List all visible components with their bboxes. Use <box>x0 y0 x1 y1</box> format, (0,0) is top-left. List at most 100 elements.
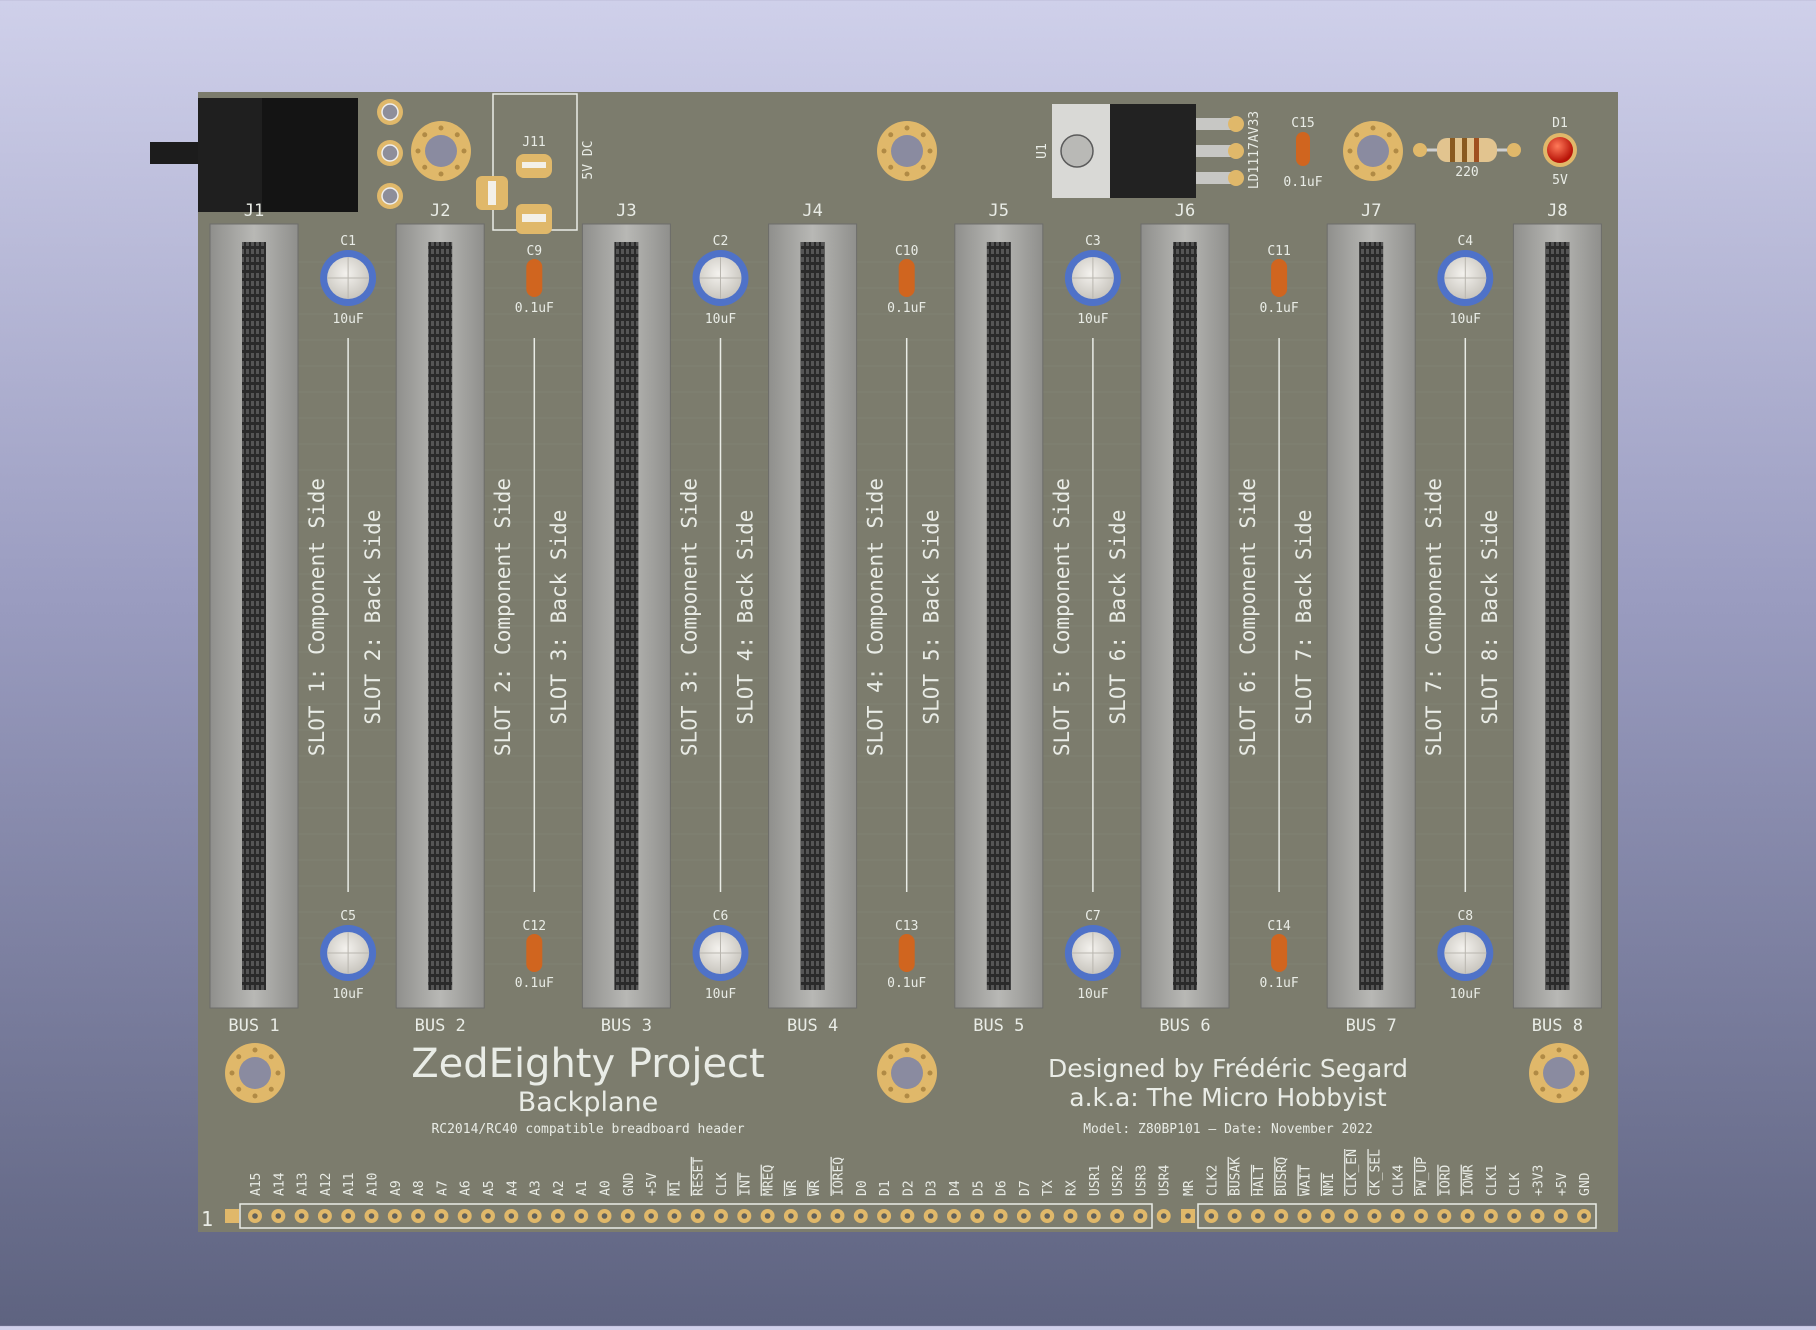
capacitor-ref: C5 <box>340 909 356 924</box>
header-pin-label: M1 <box>668 1180 683 1196</box>
header-pin-label: WAIT <box>1299 1165 1314 1196</box>
model-date: Model: Z80BP101 – Date: November 2022 <box>1083 1122 1373 1137</box>
header-pin-hole <box>1091 1213 1097 1219</box>
component-side-label: SLOT 7: Component Side <box>1422 478 1446 756</box>
via <box>252 1047 258 1053</box>
header-pin-label: MREQ <box>762 1165 777 1196</box>
header-pin-label: A2 <box>552 1180 567 1196</box>
header-pin-hole <box>601 1213 608 1219</box>
via <box>904 1093 910 1099</box>
header-pin-hole <box>974 1213 981 1219</box>
header-pin-label: D4 <box>948 1180 963 1196</box>
via <box>422 132 428 138</box>
header-pin-hole <box>1137 1213 1144 1219</box>
ceramic-capacitor <box>526 259 543 297</box>
backplane-pcb: J11 5V DC U1 LD1117AV33 C15 0.1uF 220 D1… <box>150 92 1618 1232</box>
header-pin-label: A9 <box>389 1180 404 1196</box>
header-pin-label: A12 <box>319 1173 334 1196</box>
header-pin-label: D6 <box>995 1180 1010 1196</box>
slot-ref: J7 <box>1361 201 1381 221</box>
header-pin-label: GND <box>1578 1172 1593 1196</box>
header-pin-label: A3 <box>529 1180 544 1196</box>
via <box>454 132 460 138</box>
header-pin-label: CK_SEL <box>1368 1149 1383 1196</box>
back-side-label: SLOT 8: Back Side <box>1478 510 1502 725</box>
via <box>1386 164 1392 170</box>
header-pin-hole <box>648 1213 654 1219</box>
ceramic-capacitor <box>898 259 915 297</box>
jack-pad-hole <box>381 144 399 162</box>
component-side-label: SLOT 4: Component Side <box>864 478 888 756</box>
header-pin-label: IOREQ <box>832 1157 847 1196</box>
header-pin-hole <box>1160 1213 1167 1219</box>
capacitor-value: 10uF <box>1077 312 1108 327</box>
back-side-label: SLOT 2: Back Side <box>361 510 385 725</box>
via <box>1354 164 1360 170</box>
header-pin-hole <box>1114 1213 1120 1219</box>
header-pin-label: RESET <box>692 1157 707 1196</box>
back-side-label: SLOT 6: Back Side <box>1106 510 1130 725</box>
header-pin-hole <box>1231 1213 1238 1219</box>
header-pin-label: BUSAK <box>1229 1157 1244 1196</box>
header-pin-label: A13 <box>296 1173 311 1196</box>
header-pin-hole <box>1278 1213 1284 1219</box>
header-pin-label: CLK2 <box>1205 1165 1220 1196</box>
header-pin-hole <box>951 1213 957 1219</box>
pcb-3d-viewer[interactable]: J11 5V DC U1 LD1117AV33 C15 0.1uF 220 D1… <box>0 0 1816 1326</box>
header-pin-label: NMI <box>1322 1173 1337 1196</box>
header-pin-hole <box>834 1213 841 1219</box>
regulator-part-label: LD1117AV33 <box>1247 111 1262 189</box>
header-pin-label: A0 <box>599 1180 614 1196</box>
slot-ref: J2 <box>430 201 450 221</box>
voltage-regulator-u1: U1 LD1117AV33 <box>1035 104 1262 198</box>
bus-label: BUS 3 <box>601 1016 652 1036</box>
capacitor-ref: C1 <box>340 234 356 249</box>
via <box>1572 1054 1578 1060</box>
header-pin-hole <box>531 1213 538 1219</box>
via <box>1556 1047 1562 1053</box>
header-pin-label: D0 <box>855 1180 870 1196</box>
ceramic-capacitor <box>526 934 543 972</box>
header-pin-hole <box>625 1213 631 1219</box>
capacitor-ref: C9 <box>526 244 542 259</box>
via <box>904 1047 910 1053</box>
via <box>881 1070 887 1076</box>
via <box>1572 1086 1578 1092</box>
component-side-label: SLOT 1: Component Side <box>305 478 329 756</box>
header-pin-label: GND <box>622 1172 637 1196</box>
via <box>236 1054 242 1060</box>
slot-connector-pins <box>242 242 266 990</box>
header-pin-label: A11 <box>342 1173 357 1196</box>
via <box>275 1070 281 1076</box>
pin1-square-pad <box>225 1209 239 1223</box>
via <box>904 125 910 131</box>
header-pin-hole <box>415 1213 421 1219</box>
header-pin-hole <box>1464 1213 1471 1219</box>
header-pin-hole <box>438 1213 445 1219</box>
header-pin-hole <box>718 1213 724 1219</box>
header-pin-hole <box>1418 1213 1424 1219</box>
capacitor-ref: C11 <box>1267 244 1290 259</box>
via <box>904 171 910 177</box>
slot-ref: J8 <box>1547 201 1567 221</box>
capacitor-ref: C3 <box>1085 234 1101 249</box>
header-pin-hole <box>1255 1213 1261 1219</box>
header-pin-hole <box>1021 1213 1027 1219</box>
capacitor-ref: C14 <box>1267 919 1291 934</box>
header-pin-label: INT <box>738 1172 753 1196</box>
header-pin-label: BUSRQ <box>1275 1157 1290 1196</box>
capacitor-value: 10uF <box>705 987 736 1002</box>
board-name: Backplane <box>518 1087 658 1118</box>
component-side-label: SLOT 5: Component Side <box>1050 478 1074 756</box>
slot-connector-pins <box>1545 242 1570 990</box>
header-pin-hole <box>927 1213 934 1219</box>
capacitor-ref: C13 <box>895 919 918 934</box>
slot-connector-pins <box>1359 242 1384 990</box>
header-pin-label: D2 <box>901 1180 916 1196</box>
header-pin-hole <box>1371 1213 1378 1219</box>
mounting-hole <box>891 135 923 167</box>
component-side-label: SLOT 3: Component Side <box>677 478 701 756</box>
bus-label: BUS 2 <box>415 1016 466 1036</box>
back-side-label: SLOT 3: Back Side <box>547 510 571 725</box>
header-pin-label: D3 <box>925 1180 940 1196</box>
